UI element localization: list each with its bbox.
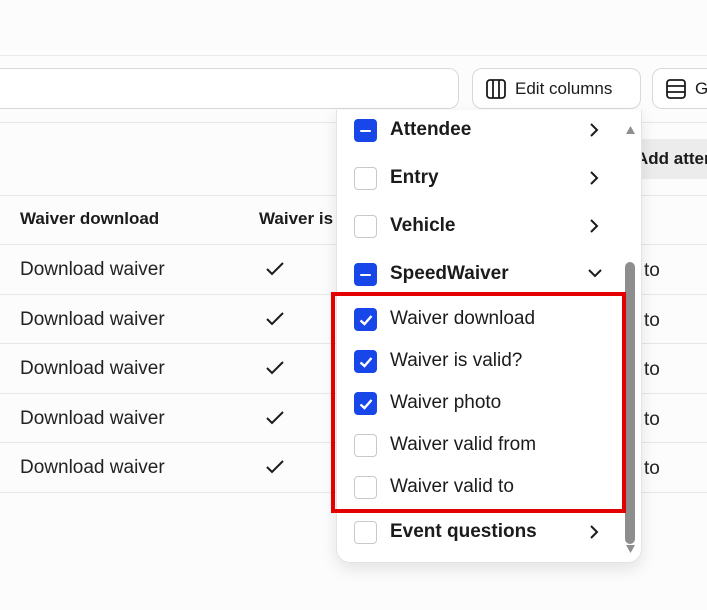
scrollbar-thumb[interactable] — [625, 262, 635, 544]
waiver-valid-from-option-label: Waiver valid from — [390, 434, 537, 455]
waiver-is-valid-checkbox[interactable] — [354, 350, 377, 373]
event-questions-group-checkbox[interactable] — [354, 521, 377, 544]
waiver-download-option-label: Waiver download — [390, 308, 536, 329]
column-option-waiver-valid-from[interactable]: Waiver valid from — [337, 425, 627, 465]
chevron-right-icon[interactable] — [587, 218, 601, 234]
valid-to-cell: to — [644, 359, 660, 380]
waiver-download-checkbox[interactable] — [354, 308, 377, 331]
column-header-waiver-download[interactable]: Waiver download — [20, 209, 159, 229]
column-group-speedwaiver[interactable]: SpeedWaiver — [337, 254, 627, 294]
valid-to-cell: to — [644, 409, 660, 430]
waiver-is-valid-option-label: Waiver is valid? — [390, 350, 523, 371]
download-waiver-link[interactable]: Download waiver — [20, 408, 165, 430]
download-waiver-link[interactable]: Download waiver — [20, 309, 165, 331]
download-waiver-link[interactable]: Download waiver — [20, 457, 165, 479]
column-group-attendee[interactable]: Attendee — [337, 110, 627, 150]
column-option-waiver-valid-to[interactable]: Waiver valid to — [337, 467, 627, 507]
chevron-right-icon[interactable] — [587, 524, 601, 540]
event-questions-group-label: Event questions — [390, 521, 537, 542]
column-group-event-questions[interactable]: Event questions — [337, 512, 627, 552]
waiver-valid-from-checkbox[interactable] — [354, 434, 377, 457]
speedwaiver-group-checkbox[interactable] — [354, 263, 377, 286]
edit-columns-button[interactable]: Edit columns — [472, 68, 641, 109]
entry-group-label: Entry — [390, 167, 439, 188]
checkmark-icon — [266, 460, 284, 474]
checkmark-icon — [266, 262, 284, 276]
checkmark-icon — [266, 411, 284, 425]
column-option-waiver-download[interactable]: Waiver download — [337, 299, 627, 339]
scroll-down-arrow-icon[interactable] — [626, 545, 635, 553]
valid-to-cell: to — [644, 260, 660, 281]
column-option-waiver-photo[interactable]: Waiver photo — [337, 383, 627, 423]
waiver-photo-option-label: Waiver photo — [390, 392, 502, 413]
chevron-down-icon[interactable] — [587, 266, 603, 280]
checkmark-icon — [266, 312, 284, 326]
chevron-right-icon[interactable] — [587, 170, 601, 186]
chevron-right-icon[interactable] — [587, 122, 601, 138]
columns-icon — [486, 78, 506, 99]
entry-group-checkbox[interactable] — [354, 167, 377, 190]
search-input[interactable] — [0, 68, 459, 109]
waiver-valid-to-checkbox[interactable] — [354, 476, 377, 499]
valid-to-cell: to — [644, 310, 660, 331]
vehicle-group-label: Vehicle — [390, 215, 456, 236]
speedwaiver-group-label: SpeedWaiver — [390, 263, 509, 284]
column-option-waiver-is-valid[interactable]: Waiver is valid? — [337, 341, 627, 381]
download-waiver-link[interactable]: Download waiver — [20, 358, 165, 380]
attendee-group-checkbox[interactable] — [354, 119, 377, 142]
attendee-group-label: Attendee — [390, 119, 472, 140]
edit-columns-label: Edit columns — [515, 78, 613, 98]
valid-to-cell: to — [644, 458, 660, 479]
column-group-vehicle[interactable]: Vehicle — [337, 206, 627, 246]
group-label: G — [695, 78, 707, 98]
column-group-entry[interactable]: Entry — [337, 158, 627, 198]
edit-columns-dropdown: Attendee Entry Vehicle SpeedWaiver Waive… — [336, 110, 642, 563]
group-button[interactable]: G — [652, 68, 707, 109]
scroll-up-arrow-icon[interactable] — [626, 126, 635, 134]
download-waiver-link[interactable]: Download waiver — [20, 259, 165, 281]
dropdown-scrollbar[interactable] — [624, 120, 636, 554]
checkmark-icon — [266, 361, 284, 375]
waiver-photo-checkbox[interactable] — [354, 392, 377, 415]
header-divider — [0, 55, 707, 56]
waiver-valid-to-option-label: Waiver valid to — [390, 476, 514, 497]
vehicle-group-checkbox[interactable] — [354, 215, 377, 238]
rows-icon — [666, 78, 686, 99]
